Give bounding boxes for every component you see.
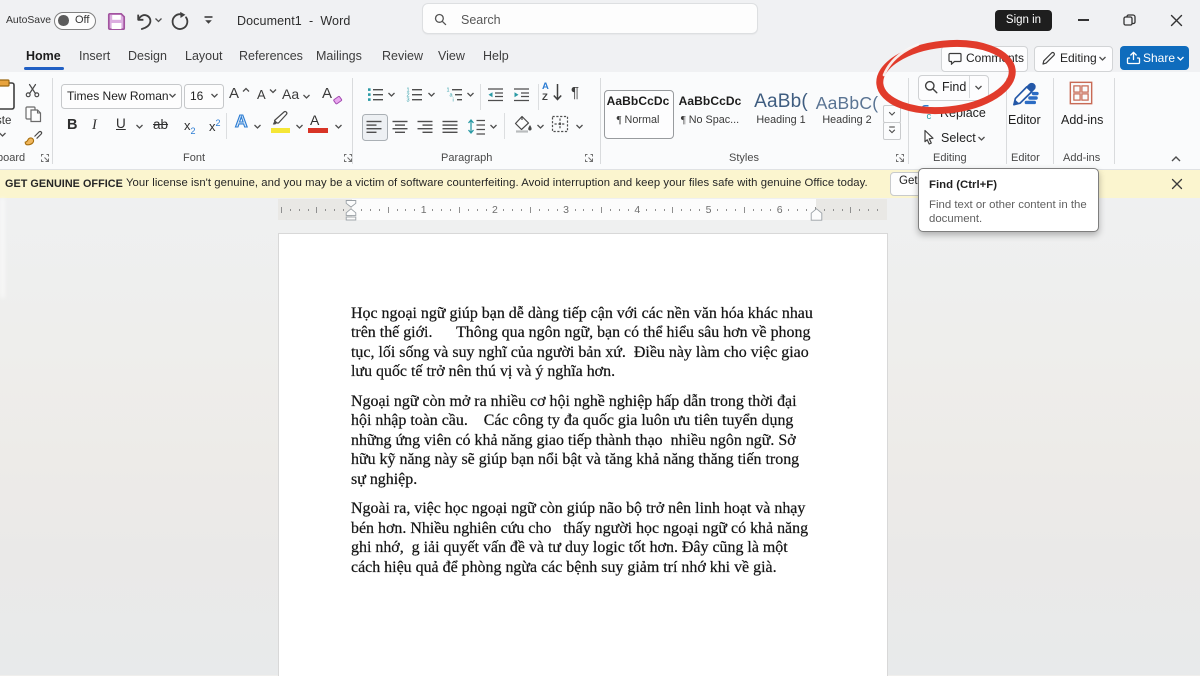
svg-text:3: 3	[407, 98, 410, 103]
svg-text:A: A	[235, 111, 248, 131]
svg-text:i: i	[453, 98, 454, 103]
